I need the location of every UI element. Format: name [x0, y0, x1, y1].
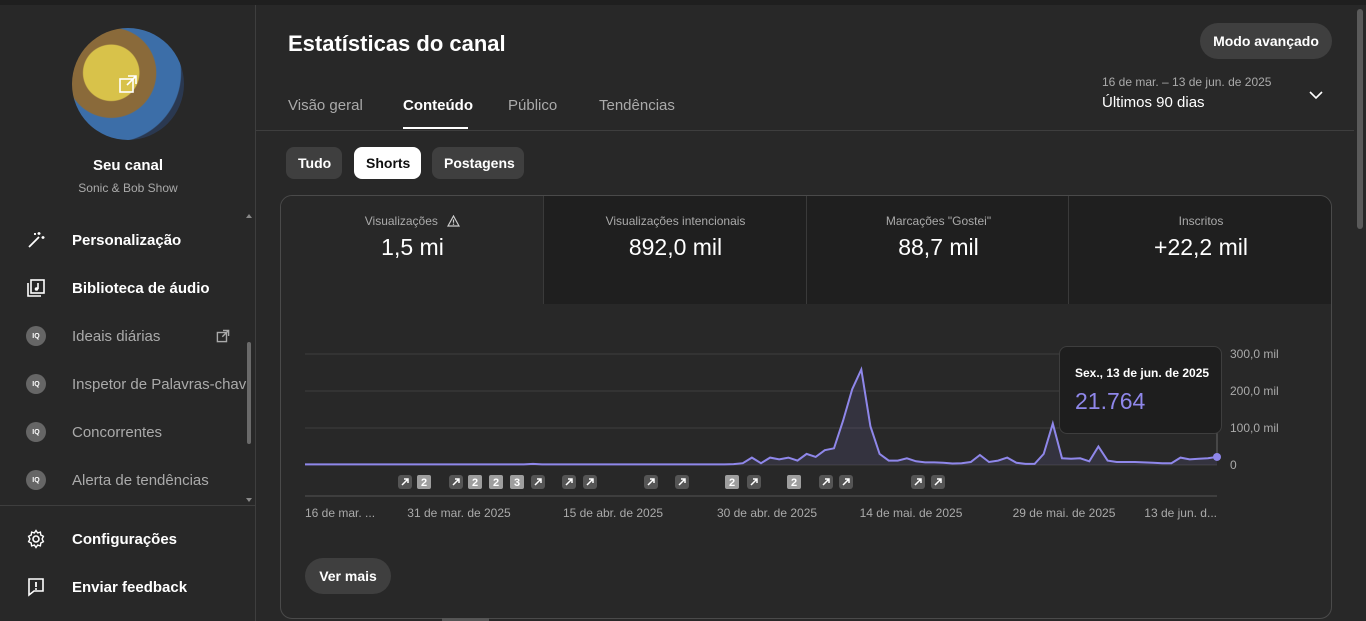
- metric-label: Marcações "Gostei": [885, 214, 992, 228]
- metric-label: Inscritos: [1178, 214, 1224, 228]
- tabs-divider: [256, 130, 1354, 131]
- marker-count-label: 2: [729, 477, 735, 489]
- sidebar-item-personalizacao[interactable]: Personalização: [0, 216, 255, 264]
- sidebar-item-label: Biblioteca de áudio: [72, 279, 210, 297]
- sidebar: Seu canal Sonic & Bob Show Personalizaçã…: [0, 5, 256, 621]
- sidebar-item-alerta[interactable]: IQ Alerta de tendências: [0, 456, 255, 501]
- y-tick-label: 0: [1230, 458, 1237, 472]
- y-tick-label: 300,0 mil: [1230, 347, 1279, 361]
- x-tick-label: 15 de abr. de 2025: [563, 506, 663, 520]
- channel-handle: Sonic & Bob Show: [78, 181, 178, 195]
- sidebar-item-inspetor[interactable]: IQ Inspetor de Palavras-chav: [0, 360, 255, 408]
- metric-value: 1,5 mi: [381, 234, 444, 260]
- sidebar-item-label: Enviar feedback: [72, 578, 188, 596]
- metric-value: +22,2 mil: [1154, 234, 1248, 260]
- sidebar-item-audio-library[interactable]: Biblioteca de áudio: [0, 264, 255, 312]
- metric-likes[interactable]: Marcações "Gostei" 88,7 mil: [807, 196, 1070, 304]
- x-tick-label: 13 de jun. d...: [1144, 506, 1217, 520]
- chip-shorts[interactable]: Shorts: [354, 147, 421, 179]
- channel-avatar[interactable]: [72, 28, 184, 140]
- sidebar-item-concorrentes[interactable]: IQ Concorrentes: [0, 408, 255, 456]
- date-period-label[interactable]: Últimos 90 dias: [1102, 94, 1205, 111]
- chip-postagens[interactable]: Postagens: [432, 147, 524, 179]
- sidebar-item-label: Concorrentes: [72, 423, 163, 441]
- x-tick-label: 16 de mar. ...: [305, 506, 375, 520]
- marker-count-label: 2: [791, 477, 797, 489]
- vidiq-icon: IQ: [25, 469, 47, 491]
- y-tick-label: 200,0 mil: [1230, 384, 1279, 398]
- y-tick-label: 100,0 mil: [1230, 421, 1279, 435]
- metric-label: Visualizações intencionais: [605, 214, 746, 228]
- sidebar-item-label: Inspetor de Palavras-chav: [72, 375, 247, 393]
- x-tick-label: 29 de mai. de 2025: [1013, 506, 1116, 520]
- x-tick-label: 31 de mar. de 2025: [407, 506, 511, 520]
- vidiq-icon: IQ: [25, 373, 47, 395]
- scroll-down-arrow[interactable]: [246, 497, 252, 503]
- date-range-text[interactable]: 16 de mar. – 13 de jun. de 2025: [1102, 75, 1271, 89]
- audio-library-icon: [25, 277, 47, 299]
- analytics-card: Visualizações 1,5 mi Visualizações inten…: [280, 195, 1332, 619]
- warning-icon[interactable]: [447, 214, 461, 227]
- chip-tudo[interactable]: Tudo: [286, 147, 342, 179]
- page-scrollbar[interactable]: [1354, 5, 1366, 621]
- tooltip-date: Sex., 13 de jun. de 2025: [1075, 366, 1210, 380]
- chevron-down-icon[interactable]: [1308, 87, 1324, 103]
- metric-label: Visualizações: [364, 214, 438, 228]
- x-tick-label: 14 de mai. de 2025: [860, 506, 963, 520]
- channel-name: Seu canal: [92, 157, 164, 174]
- tooltip-value: 21.764: [1075, 388, 1146, 414]
- metric-views[interactable]: Visualizações 1,5 mi: [281, 196, 544, 304]
- marker-count-label: 2: [472, 477, 478, 489]
- sidebar-divider: [0, 505, 255, 506]
- vidiq-icon: IQ: [25, 421, 47, 443]
- metric-value: 88,7 mil: [898, 234, 979, 260]
- external-link-icon: [216, 329, 230, 343]
- sidebar-nav: Personalização Biblioteca de áudio IQ Id…: [0, 216, 255, 501]
- feedback-icon: [25, 576, 47, 598]
- external-link-icon: [119, 75, 137, 93]
- tab-publico[interactable]: Público: [508, 97, 557, 114]
- magic-wand-icon: [25, 229, 47, 251]
- sidebar-item-label: Configurações: [72, 530, 178, 548]
- active-tab-indicator: [403, 127, 468, 129]
- marker-count-label: 2: [493, 477, 499, 489]
- page-title: Estatísticas do canal: [288, 31, 506, 56]
- marker-count-label: 2: [421, 477, 427, 489]
- highlight-point: [1213, 452, 1221, 461]
- sidebar-item-feedback[interactable]: Enviar feedback: [0, 563, 255, 611]
- gear-icon: [25, 528, 47, 550]
- tab-visao-geral[interactable]: Visão geral: [288, 97, 363, 114]
- sidebar-item-label: Ideais diárias: [72, 327, 161, 345]
- marker-count-label: 3: [514, 477, 520, 489]
- chart-tooltip: Sex., 13 de jun. de 2025 21.764: [1059, 346, 1222, 434]
- scrollbar-thumb[interactable]: [1357, 9, 1363, 229]
- metric-intentional-views[interactable]: Visualizações intencionais 892,0 mil: [544, 196, 807, 304]
- sidebar-item-settings[interactable]: Configurações: [0, 515, 255, 563]
- metric-value: 892,0 mil: [628, 234, 723, 260]
- sidebar-item-label: Personalização: [72, 231, 182, 249]
- see-more-button[interactable]: Ver mais: [305, 558, 391, 594]
- main-content: Estatísticas do canal Modo avançado 16 d…: [256, 5, 1354, 621]
- sidebar-item-label: Alerta de tendências: [72, 471, 209, 489]
- sidebar-scrollbar[interactable]: [247, 342, 251, 444]
- advanced-mode-button[interactable]: Modo avançado: [1200, 23, 1332, 59]
- x-tick-label: 30 de abr. de 2025: [717, 506, 817, 520]
- sidebar-item-ideias-diarias[interactable]: IQ Ideais diárias: [0, 312, 255, 360]
- vidiq-icon: IQ: [25, 325, 47, 347]
- scroll-up-arrow[interactable]: [246, 213, 252, 219]
- tab-tendencias[interactable]: Tendências: [599, 97, 675, 114]
- tab-conteudo[interactable]: Conteúdo: [403, 97, 473, 114]
- metric-subscribers[interactable]: Inscritos +22,2 mil: [1069, 196, 1331, 304]
